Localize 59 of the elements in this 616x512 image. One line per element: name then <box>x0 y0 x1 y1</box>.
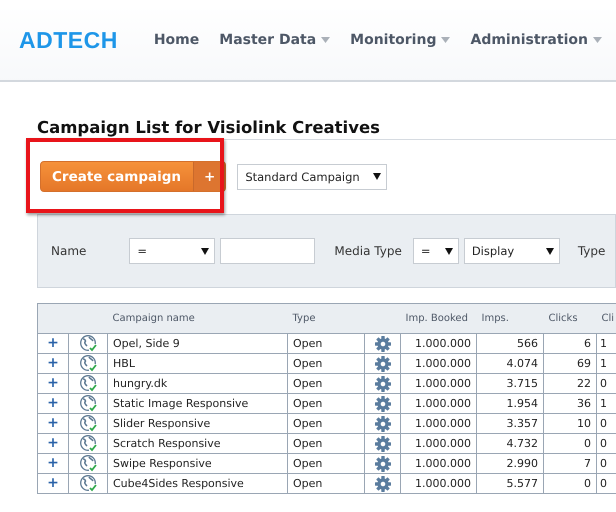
nav-link[interactable]: Monitoring <box>350 32 450 48</box>
operator-select[interactable]: = <box>129 238 216 264</box>
table-cell: 2.990 <box>476 454 544 474</box>
nav-link[interactable]: Master Data <box>219 32 330 48</box>
page-title: Campaign List for Visiolink Creatives <box>37 118 381 137</box>
table-cell: 36 <box>544 394 596 414</box>
table-cell: Scratch Responsive <box>108 434 288 454</box>
table-cell: 1.000.000 <box>400 394 476 414</box>
column-header: Imp. Booked <box>406 312 468 324</box>
table-cell: 1.954 <box>476 394 544 414</box>
table-cell: Open <box>288 414 364 434</box>
campaign-type-select[interactable]: Standard Campaign <box>237 164 388 190</box>
column-header: Clicks <box>548 312 578 324</box>
column-header: Campaign name <box>112 312 195 324</box>
table-cell: 0 <box>544 474 596 494</box>
table-cell: 69 <box>544 354 596 374</box>
column-header: Cli <box>602 312 614 324</box>
table-cell: 1.000.000 <box>400 374 476 394</box>
table-cell: Open <box>288 334 364 354</box>
table-cell: Open <box>288 394 364 414</box>
table-cell: 1.000.000 <box>400 334 476 354</box>
table-cell: 4.074 <box>476 354 544 374</box>
filter-label: Name <box>51 244 86 258</box>
table-cell: 6 <box>544 334 596 354</box>
table-cell: 5.577 <box>476 474 544 494</box>
table-cell: Open <box>288 434 364 454</box>
table-cell: 4.732 <box>476 434 544 454</box>
table-cell: 1.000.000 <box>400 474 476 494</box>
column-header: Imps. <box>482 312 509 324</box>
column-header: Type <box>292 312 316 324</box>
table-cell: Open <box>288 354 364 374</box>
filter-label: Type <box>578 244 606 258</box>
table-cell: 7 <box>544 454 596 474</box>
operator-select[interactable]: = <box>412 238 459 264</box>
table-cell: Open <box>288 474 364 494</box>
table-cell: Open <box>288 454 364 474</box>
table-cell: 1.000.000 <box>400 354 476 374</box>
table-cell: Swipe Responsive <box>108 454 288 474</box>
table-cell: 3.715 <box>476 374 544 394</box>
table-cell: 10 <box>544 414 596 434</box>
nav-link[interactable]: Administration <box>470 32 602 48</box>
table-cell: Open <box>288 374 364 394</box>
table-cell: Slider Responsive <box>108 414 288 434</box>
table-cell: 566 <box>476 334 544 354</box>
table-cell: HBL <box>108 354 288 374</box>
nav-link[interactable]: Home <box>154 32 200 48</box>
filter-label: Media Type <box>334 244 402 258</box>
table-cell: Cube4Sides Responsive <box>108 474 288 494</box>
table-cell: 1.000.000 <box>400 454 476 474</box>
create-campaign-button[interactable]: Create campaign + <box>40 161 226 192</box>
table-cell: 0 <box>544 434 596 454</box>
table-cell: Static Image Responsive <box>108 394 288 414</box>
media-type-select[interactable]: Display <box>464 238 560 264</box>
table-cell: Opel, Side 9 <box>108 334 288 354</box>
table-cell: 1.000.000 <box>400 434 476 454</box>
table-cell: 3.357 <box>476 414 544 434</box>
table-cell: hungry.dk <box>108 374 288 394</box>
table-cell: 22 <box>544 374 596 394</box>
table-cell: 1.000.000 <box>400 414 476 434</box>
